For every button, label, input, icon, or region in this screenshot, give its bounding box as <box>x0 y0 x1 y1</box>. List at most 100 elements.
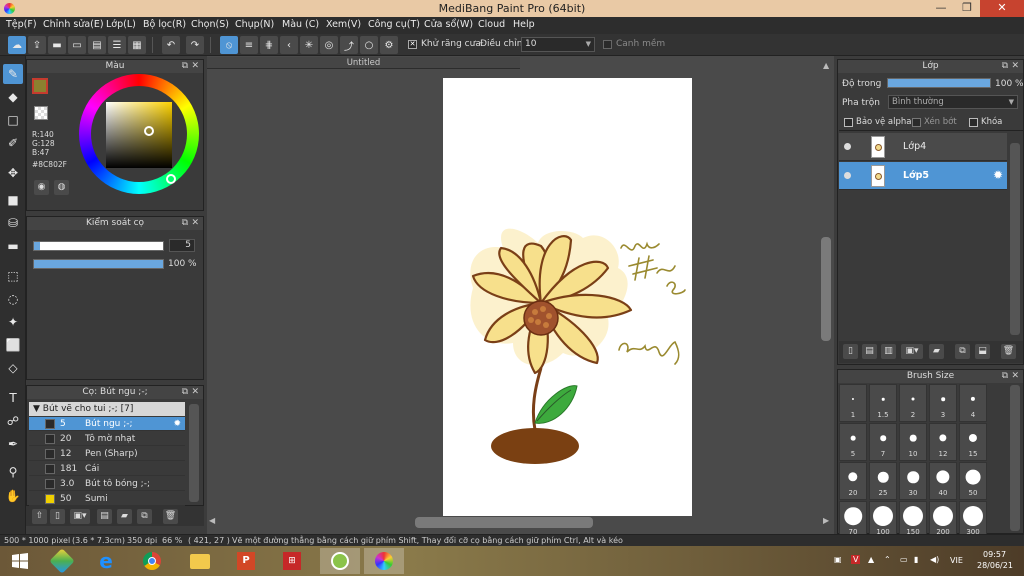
correction-select[interactable]: 10 ▼ <box>521 37 595 52</box>
tray-battery-icon[interactable]: ▭ <box>900 555 908 564</box>
move-tool-icon[interactable]: ✥ <box>3 163 23 183</box>
magic-wand-tool-icon[interactable]: ✦ <box>3 312 23 332</box>
brush-settings-icon[interactable]: ▤ <box>97 509 112 524</box>
menu-color[interactable]: Màu (C) <box>282 19 319 30</box>
close-button[interactable]: ✕ <box>980 0 1024 17</box>
brush-size-option[interactable]: 15 <box>959 423 987 461</box>
restore-button[interactable]: ❐ <box>954 0 980 17</box>
radial-snap-icon[interactable]: ✳ <box>300 36 318 54</box>
snap-off-icon[interactable]: ⦸ <box>220 36 238 54</box>
medibang-taskbar-icon[interactable] <box>320 548 360 574</box>
clock-date[interactable]: 28/06/21 <box>977 561 1013 570</box>
snap-settings-icon[interactable]: ⚙ <box>380 36 398 54</box>
duplicate-layer-icon[interactable]: ⧉ <box>955 344 970 359</box>
gradient-tool-icon[interactable]: ▬ <box>3 236 23 256</box>
scroll-up-icon[interactable]: ▲ <box>823 61 829 70</box>
message-icon[interactable]: ▭ <box>68 36 86 54</box>
operation-tool-icon[interactable]: ☍ <box>3 411 23 431</box>
soft-snap-checkbox[interactable] <box>603 40 612 49</box>
hand-tool-icon[interactable]: ✋ <box>3 486 23 506</box>
visibility-eye-icon[interactable] <box>844 172 851 179</box>
input-language[interactable]: VIE <box>950 556 963 565</box>
layer-list-scrollbar[interactable] <box>1010 143 1020 335</box>
tray-chevron-icon[interactable]: ⌃ <box>884 555 891 564</box>
windows-start-icon[interactable] <box>0 548 40 574</box>
brush-size-option[interactable]: 2 <box>899 384 927 422</box>
undock-icon[interactable]: ⧉ <box>182 60 188 73</box>
comment-icon[interactable]: ▬ <box>48 36 66 54</box>
drawing-canvas[interactable] <box>443 78 692 516</box>
file-explorer-icon[interactable] <box>180 548 220 574</box>
powerpoint-icon[interactable]: P <box>226 548 266 574</box>
menu-window[interactable]: Cửa sổ(W) <box>424 19 473 30</box>
close-panel-icon[interactable]: ✕ <box>191 60 199 73</box>
hue-marker[interactable] <box>166 174 176 184</box>
grid-icon[interactable]: ▦ <box>128 36 146 54</box>
transparent-color-swatch[interactable] <box>34 106 48 120</box>
new-halftone-layer-icon[interactable]: ▤ <box>862 344 877 359</box>
brush-size-scrollbar[interactable] <box>1010 385 1020 531</box>
menu-filter[interactable]: Bộ lọc(R) <box>143 19 186 30</box>
rectangle-tool-icon[interactable]: □ <box>3 110 23 130</box>
circle-snap-icon[interactable]: ○ <box>360 36 378 54</box>
close-panel-icon[interactable]: ✕ <box>1011 370 1019 383</box>
document-icon[interactable]: ▤ <box>88 36 106 54</box>
bucket-tool-icon[interactable]: ⛁ <box>3 213 23 233</box>
brush-size-option[interactable]: 5 <box>839 423 867 461</box>
brush-tool-icon[interactable]: ✎ <box>3 64 23 84</box>
brush-list-item[interactable]: 12 Pen (Sharp) <box>29 447 185 461</box>
scroll-right-icon[interactable]: ▶ <box>823 516 829 525</box>
lasso-tool-icon[interactable]: ◌ <box>3 289 23 309</box>
concentric-snap-icon[interactable]: ◎ <box>320 36 338 54</box>
menu-help[interactable]: Help <box>513 19 535 30</box>
brush-size-option[interactable]: 1.5 <box>869 384 897 422</box>
internet-explorer-icon[interactable]: e <box>86 548 126 574</box>
minimize-button[interactable]: — <box>928 0 954 17</box>
brush-size-option[interactable]: 10 <box>899 423 927 461</box>
menu-capture[interactable]: Chụp(N) <box>235 19 274 30</box>
add-layer-menu-icon[interactable]: ▣▾ <box>901 344 923 359</box>
foreground-color-swatch[interactable] <box>32 78 48 94</box>
parallel-snap-icon[interactable]: ≡ <box>240 36 258 54</box>
delete-brush-icon[interactable]: 🗑 <box>163 509 178 524</box>
clock-time[interactable]: 09:57 <box>983 550 1006 559</box>
dropper-tool-icon[interactable]: ⚲ <box>3 462 23 482</box>
brush-size-option[interactable]: 12 <box>929 423 957 461</box>
menu-tools[interactable]: Công cụ(T) <box>368 19 420 30</box>
select-pen-tool-icon[interactable]: ⬜ <box>3 335 23 355</box>
cross-snap-icon[interactable]: ⋕ <box>260 36 278 54</box>
bluestacks-icon[interactable] <box>42 548 82 574</box>
antialias-checkbox[interactable]: ✕ <box>408 40 417 49</box>
brush-opacity-slider[interactable] <box>33 259 164 269</box>
collapse-triangle-icon[interactable]: ▼ <box>33 404 43 414</box>
layer-row[interactable]: Lớp5 ✹ <box>839 162 1007 190</box>
brush-list-scrollbar[interactable] <box>189 404 199 502</box>
close-panel-icon[interactable]: ✕ <box>191 217 199 230</box>
brush-list-item[interactable]: 5 Bút ngu ;-; ✹ <box>29 417 185 431</box>
blend-mode-select[interactable]: Bình thường ▼ <box>888 95 1018 109</box>
list-icon[interactable]: ☰ <box>108 36 126 54</box>
redo-icon[interactable]: ↷ <box>186 36 204 54</box>
canvas-vertical-scrollbar[interactable] <box>821 237 831 341</box>
menu-layer[interactable]: Lớp(L) <box>106 19 136 30</box>
palette-icon[interactable]: ◉ <box>34 180 49 195</box>
brush-size-option[interactable]: 1 <box>839 384 867 422</box>
chrome-icon[interactable] <box>132 548 172 574</box>
layer-folder-icon[interactable]: ▰ <box>929 344 944 359</box>
palette-edit-icon[interactable]: ◍ <box>54 180 69 195</box>
undo-icon[interactable]: ↶ <box>162 36 180 54</box>
new-8bit-layer-icon[interactable]: ▥ <box>881 344 896 359</box>
brush-list-item[interactable]: 3.0 Bút tô bóng ;-; <box>29 477 185 491</box>
clipping-checkbox[interactable] <box>912 118 921 127</box>
eraser-tool-icon[interactable]: ◆ <box>3 87 23 107</box>
new-brush-icon[interactable]: ▯ <box>50 509 65 524</box>
visibility-eye-icon[interactable] <box>844 143 851 150</box>
cloud-icon[interactable]: ☁ <box>8 36 26 54</box>
share-icon[interactable]: ⇪ <box>28 36 46 54</box>
tray-v-icon[interactable]: V <box>851 555 861 564</box>
tray-app-icon[interactable]: ▣ <box>834 555 842 564</box>
scroll-left-icon[interactable]: ◀ <box>209 516 215 525</box>
brush-size-option[interactable]: 25 <box>869 462 897 500</box>
new-layer-icon[interactable]: ▯ <box>843 344 858 359</box>
brush-size-value[interactable]: 5 <box>169 239 195 252</box>
